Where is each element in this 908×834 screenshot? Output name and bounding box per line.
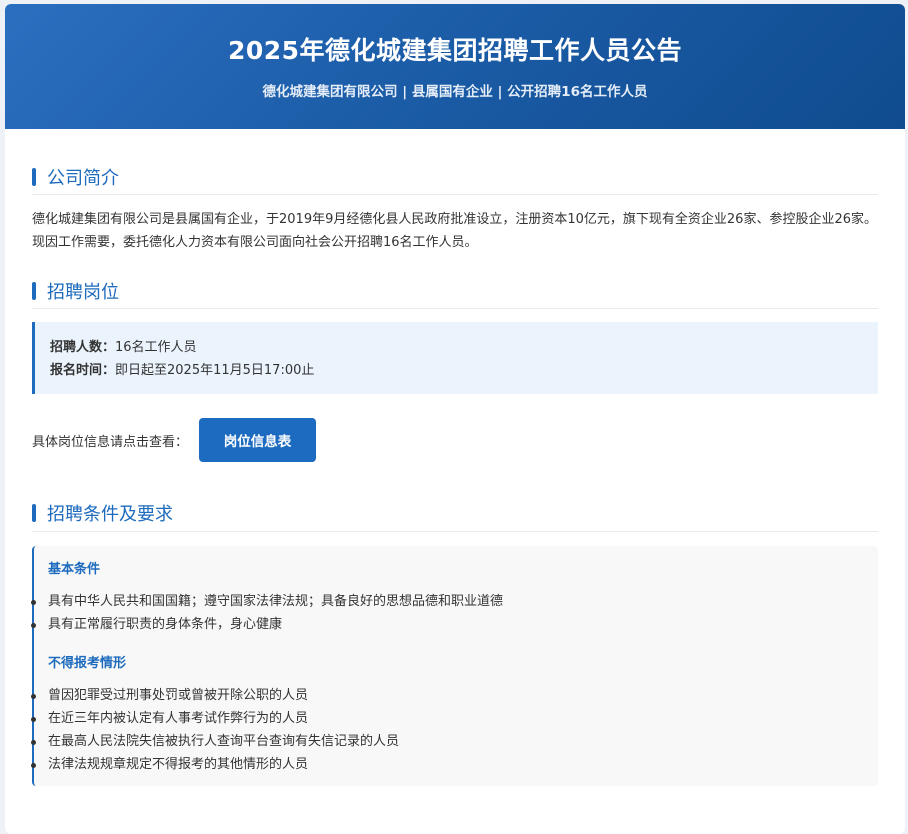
heading-accent-bar xyxy=(32,281,36,300)
hire-count-value: 16名工作人员 xyxy=(115,340,197,355)
bullet-icon xyxy=(31,623,36,628)
bullet-icon xyxy=(31,600,36,605)
list-item: 在近三年内被认定有人事考试作弊行为的人员 xyxy=(31,707,864,730)
main-content: 公司简介 德化城建集团有限公司是县属国有企业，于2019年9月经德化县人民政府批… xyxy=(5,159,905,786)
basic-conditions-title: 基本条件 xyxy=(48,562,101,577)
company-intro-text: 德化城建集团有限公司是县属国有企业，于2019年9月经德化县人民政府批准设立，注… xyxy=(32,212,877,250)
bullet-icon xyxy=(31,740,36,745)
requirements-box: 基本条件 具有中华人民共和国国籍；遵守国家法律法规；具备良好的思想品德和职业道德… xyxy=(31,546,878,786)
section-heading-intro: 公司简介 xyxy=(32,159,878,195)
bullet-icon xyxy=(31,763,36,768)
section-title-positions: 招聘岗位 xyxy=(47,281,119,303)
bullet-icon xyxy=(31,717,36,722)
page-subtitle: 德化城建集团有限公司 | 县属国有企业 | 公开招聘16名工作人员 xyxy=(262,84,648,100)
list-item: 在最高人民法院失信被执行人查询平台查询有失信记录的人员 xyxy=(31,730,864,753)
position-link-row: 具体岗位信息请点击查看： 岗位信息表 xyxy=(32,418,878,462)
position-table-button[interactable]: 岗位信息表 xyxy=(199,418,317,462)
apply-time-value: 即日起至2025年11月5日17:00止 xyxy=(115,363,315,378)
basic-conditions-group: 基本条件 具有中华人民共和国国籍；遵守国家法律法规；具备良好的思想品德和职业道德… xyxy=(31,560,864,636)
bullet-icon xyxy=(31,694,36,699)
excluded-cases-title: 不得报考情形 xyxy=(48,656,127,671)
excluded-cases-list: 曾因犯罪受过刑事处罚或曾被开除公职的人员 在近三年内被认定有人事考试作弊行为的人… xyxy=(31,684,864,776)
positions-info-box: 招聘人数：16名工作人员 报名时间：即日起至2025年11月5日17:00止 xyxy=(32,322,878,394)
section-title-intro: 公司简介 xyxy=(47,167,119,189)
announcement-page: 2025年德化城建集团招聘工作人员公告 德化城建集团有限公司 | 县属国有企业 … xyxy=(5,4,905,834)
list-item: 具有中华人民共和国国籍；遵守国家法律法规；具备良好的思想品德和职业道德 xyxy=(31,590,864,613)
apply-time-row: 报名时间：即日起至2025年11月5日17:00止 xyxy=(50,359,863,382)
heading-accent-bar xyxy=(32,503,36,522)
section-heading-positions: 招聘岗位 xyxy=(32,273,878,309)
list-item: 具有正常履行职责的身体条件，身心健康 xyxy=(31,613,864,636)
list-item: 曾因犯罪受过刑事处罚或曾被开除公职的人员 xyxy=(31,684,864,707)
apply-time-label: 报名时间： xyxy=(50,363,116,378)
position-link-prompt: 具体岗位信息请点击查看： xyxy=(32,434,189,450)
excluded-cases-group: 不得报考情形 曾因犯罪受过刑事处罚或曾被开除公职的人员 在近三年内被认定有人事考… xyxy=(31,654,864,776)
hire-count-row: 招聘人数：16名工作人员 xyxy=(50,336,863,359)
hire-count-label: 招聘人数： xyxy=(50,340,116,355)
list-item: 法律法规规章规定不得报考的其他情形的人员 xyxy=(31,753,864,776)
section-heading-requirements: 招聘条件及要求 xyxy=(32,494,878,532)
page-title: 2025年德化城建集团招聘工作人员公告 xyxy=(227,36,683,65)
section-title-requirements: 招聘条件及要求 xyxy=(47,503,173,525)
basic-conditions-list: 具有中华人民共和国国籍；遵守国家法律法规；具备良好的思想品德和职业道德 具有正常… xyxy=(31,590,864,636)
page-header: 2025年德化城建集团招聘工作人员公告 德化城建集团有限公司 | 县属国有企业 … xyxy=(5,4,905,129)
heading-accent-bar xyxy=(32,167,36,186)
